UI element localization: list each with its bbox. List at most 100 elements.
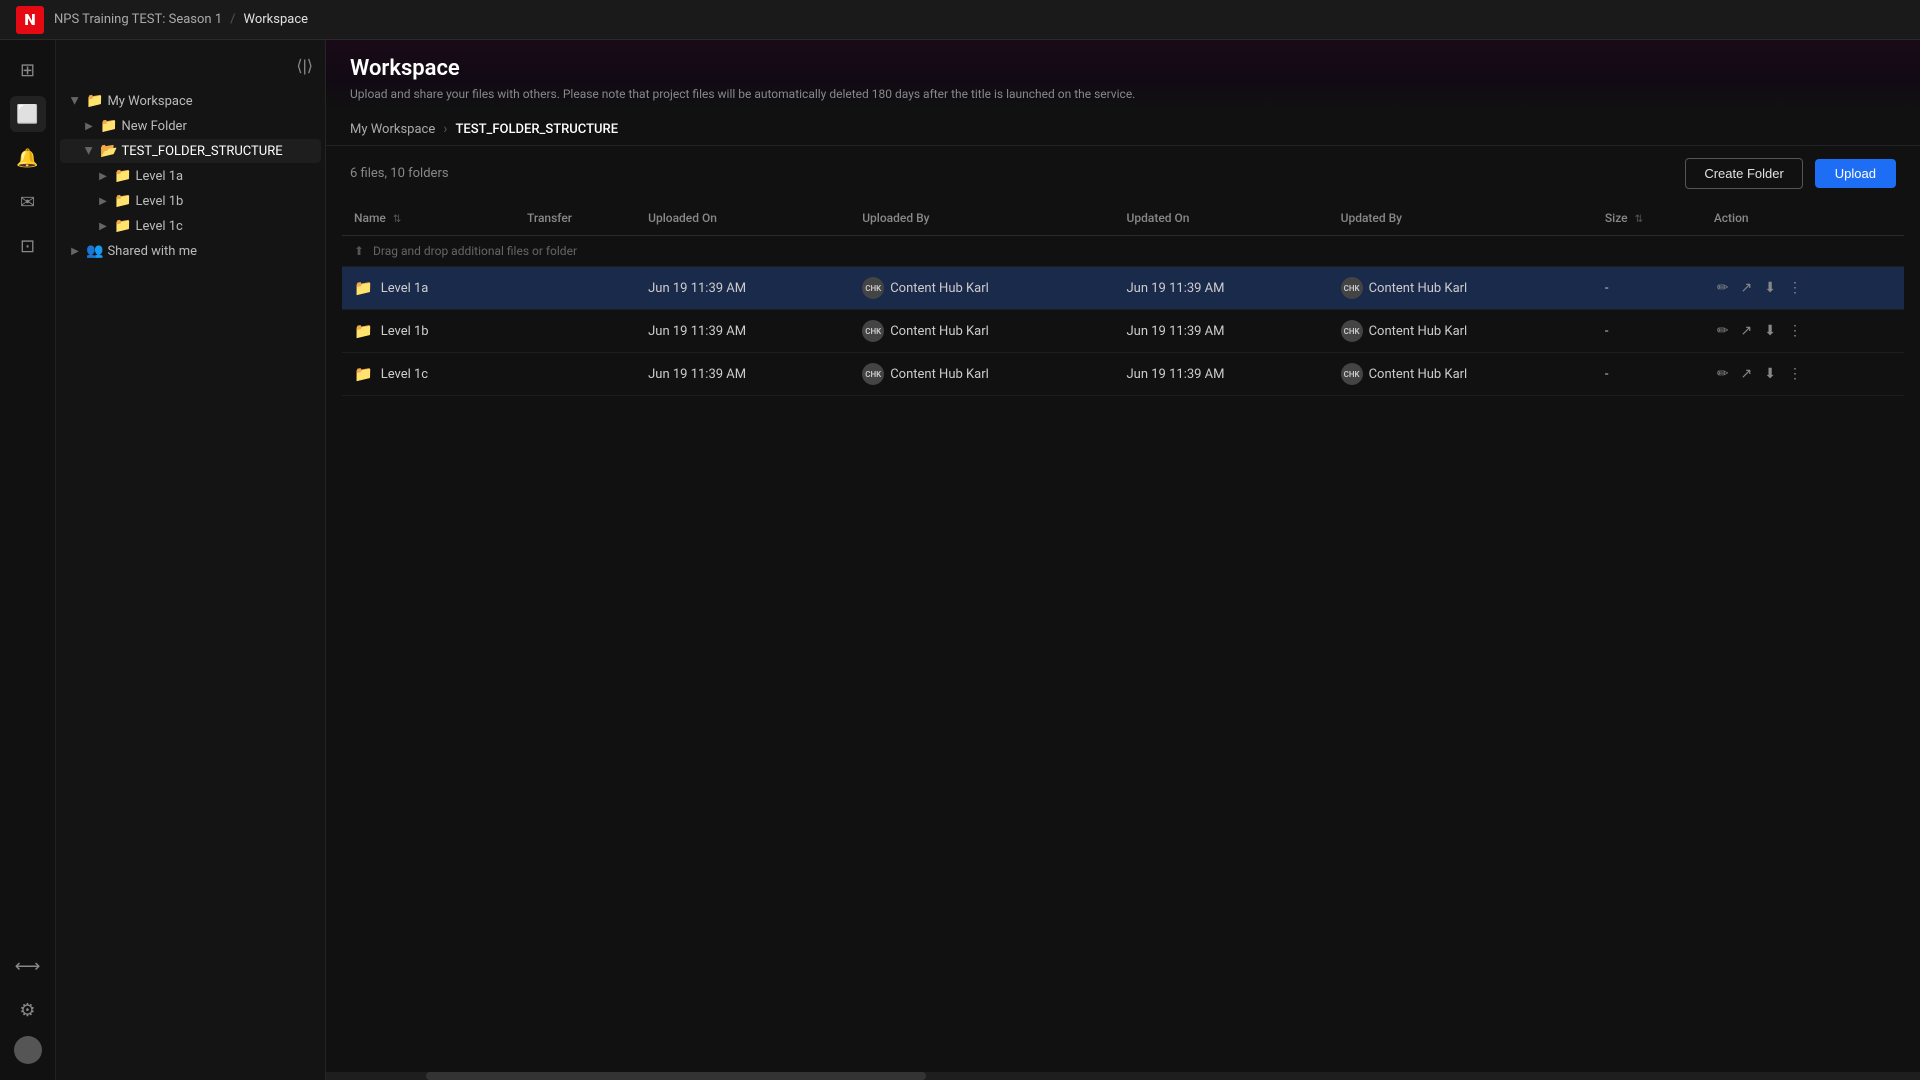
table-row[interactable]: 📁 Level 1a Jun 19 11:39 AM CHK Content H…: [342, 267, 1904, 310]
file-name-1a: Level 1a: [381, 281, 429, 296]
nav-notifications-icon[interactable]: 🔔: [10, 140, 46, 176]
cell-name-1b: 📁 Level 1b: [342, 310, 515, 353]
sidebar-label-new-folder: New Folder: [121, 119, 313, 134]
cell-uploaded-by-1c: CHK Content Hub Karl: [850, 353, 1114, 396]
cell-updated-by-1b: CHK Content Hub Karl: [1329, 310, 1593, 353]
upload-button[interactable]: Upload: [1815, 159, 1896, 188]
cell-transfer-1b: [515, 310, 636, 353]
cell-uploaded-by-1b: CHK Content Hub Karl: [850, 310, 1114, 353]
sidebar: ⟨|⟩ ▶ 📁 My Workspace ▶ 📁 New Folder ▶ 📂 …: [56, 40, 326, 1080]
cell-action-1a: ✏ ↗ ⬇ ⋮: [1702, 267, 1904, 310]
avatar-uploaded-by-1a: CHK: [862, 277, 884, 299]
edit-icon-1c[interactable]: ✏: [1714, 363, 1732, 385]
topbar-current: Workspace: [244, 12, 309, 27]
arrow-level1b: ▶: [96, 194, 110, 208]
table-row[interactable]: 📁 Level 1b Jun 19 11:39 AM CHK Content H…: [342, 310, 1904, 353]
nav-messages-icon[interactable]: ✉: [10, 184, 46, 220]
drag-drop-row[interactable]: ⬆ Drag and drop additional files or fold…: [342, 236, 1904, 267]
sidebar-collapse-btn: ⟨|⟩: [56, 52, 325, 88]
folder-level1c-icon: 📁: [114, 218, 131, 234]
breadcrumb-sep-icon: ›: [443, 121, 447, 137]
avatar-uploaded-by-1b: CHK: [862, 320, 884, 342]
file-count: 6 files, 10 folders: [350, 166, 449, 181]
share-icon-1b[interactable]: ↗: [1738, 320, 1756, 342]
cell-size-1a: -: [1593, 267, 1702, 310]
user-avatar[interactable]: [14, 1036, 42, 1064]
folder-row-icon-1b: 📁: [354, 322, 373, 340]
more-icon-1a[interactable]: ⋮: [1785, 277, 1805, 299]
sidebar-tree: ▶ 📁 My Workspace ▶ 📁 New Folder ▶ 📂 TEST…: [56, 88, 325, 264]
sidebar-label-my-workspace: My Workspace: [107, 94, 313, 109]
arrow-my-workspace: ▶: [68, 94, 82, 108]
topbar-sep: /: [230, 12, 235, 27]
sidebar-label-shared: Shared with me: [107, 244, 313, 259]
col-updated-on: Updated On: [1115, 201, 1329, 236]
sidebar-item-level1c[interactable]: ▶ 📁 Level 1c: [60, 214, 321, 238]
toolbar: 6 files, 10 folders Create Folder Upload: [326, 146, 1920, 201]
cell-updated-on-1a: Jun 19 11:39 AM: [1115, 267, 1329, 310]
create-folder-button[interactable]: Create Folder: [1685, 158, 1802, 189]
uploader-name-1c: Content Hub Karl: [890, 367, 989, 382]
nav-workspace-icon[interactable]: ⬜: [10, 96, 46, 132]
download-icon-1b[interactable]: ⬇: [1761, 320, 1779, 342]
cell-updated-by-1a: CHK Content Hub Karl: [1329, 267, 1593, 310]
download-icon-1c[interactable]: ⬇: [1761, 363, 1779, 385]
breadcrumb-current: TEST_FOLDER_STRUCTURE: [455, 122, 618, 137]
nav-home-icon[interactable]: ⊞: [10, 52, 46, 88]
share-icon-1a[interactable]: ↗: [1738, 277, 1756, 299]
cell-transfer-1a: [515, 267, 636, 310]
arrow-test-folder: ▶: [82, 144, 96, 158]
more-icon-1b[interactable]: ⋮: [1785, 320, 1805, 342]
cell-uploaded-on-1a: Jun 19 11:39 AM: [636, 267, 850, 310]
updater-name-1b: Content Hub Karl: [1369, 324, 1468, 339]
more-icon-1c[interactable]: ⋮: [1785, 363, 1805, 385]
col-updated-by: Updated By: [1329, 201, 1593, 236]
page-header: Workspace Upload and share your files wi…: [326, 40, 1920, 109]
edit-icon-1b[interactable]: ✏: [1714, 320, 1732, 342]
collapse-sidebar-button[interactable]: ⟨|⟩: [292, 52, 317, 80]
cell-action-1c: ✏ ↗ ⬇ ⋮: [1702, 353, 1904, 396]
sidebar-item-level1a[interactable]: ▶ 📁 Level 1a: [60, 164, 321, 188]
breadcrumb-nav: My Workspace › TEST_FOLDER_STRUCTURE: [326, 109, 1920, 146]
file-name-1c: Level 1c: [381, 367, 428, 382]
table-row[interactable]: 📁 Level 1c Jun 19 11:39 AM CHK Content H…: [342, 353, 1904, 396]
file-table: Name ⇅ Transfer Uploaded On Uploaded By …: [342, 201, 1904, 1072]
sidebar-item-new-folder[interactable]: ▶ 📁 New Folder: [60, 114, 321, 138]
sidebar-item-test-folder[interactable]: ▶ 📂 TEST_FOLDER_STRUCTURE: [60, 139, 321, 163]
uploader-name-1a: Content Hub Karl: [890, 281, 989, 296]
updater-name-1a: Content Hub Karl: [1369, 281, 1468, 296]
col-uploaded-on[interactable]: Uploaded On: [636, 201, 850, 236]
scrollbar-thumb[interactable]: [426, 1072, 926, 1080]
shared-icon: 👥: [86, 243, 103, 259]
nav-tools-icon[interactable]: ⊡: [10, 228, 46, 264]
col-size[interactable]: Size ⇅: [1593, 201, 1702, 236]
horizontal-scrollbar[interactable]: [326, 1072, 1920, 1080]
breadcrumb-parent[interactable]: My Workspace: [350, 122, 435, 137]
download-icon-1a[interactable]: ⬇: [1761, 277, 1779, 299]
arrow-new-folder: ▶: [82, 119, 96, 133]
topbar-parent[interactable]: NPS Training TEST: Season 1: [54, 12, 222, 27]
col-name[interactable]: Name ⇅: [342, 201, 515, 236]
folder-level1a-icon: 📁: [114, 168, 131, 184]
cell-transfer-1c: [515, 353, 636, 396]
sidebar-item-shared-with-me[interactable]: ▶ 👥 Shared with me: [60, 239, 321, 263]
cell-action-1b: ✏ ↗ ⬇ ⋮: [1702, 310, 1904, 353]
sidebar-item-level1b[interactable]: ▶ 📁 Level 1b: [60, 189, 321, 213]
col-action: Action: [1702, 201, 1904, 236]
settings-icon[interactable]: ⚙: [10, 992, 46, 1028]
avatar-uploaded-by-1c: CHK: [862, 363, 884, 385]
folder-my-workspace-icon: 📁: [86, 93, 103, 109]
cell-size-1b: -: [1593, 310, 1702, 353]
icon-rail: ⊞ ⬜ 🔔 ✉ ⊡ ⟷ ⚙: [0, 40, 56, 1080]
table-header-row: Name ⇅ Transfer Uploaded On Uploaded By …: [342, 201, 1904, 236]
file-name-1b: Level 1b: [381, 324, 429, 339]
sidebar-item-my-workspace[interactable]: ▶ 📁 My Workspace: [60, 89, 321, 113]
folder-row-icon-1c: 📁: [354, 365, 373, 383]
expand-collapse-rail-icon[interactable]: ⟷: [10, 948, 46, 984]
share-icon-1c[interactable]: ↗: [1738, 363, 1756, 385]
cell-uploaded-on-1c: Jun 19 11:39 AM: [636, 353, 850, 396]
edit-icon-1a[interactable]: ✏: [1714, 277, 1732, 299]
cell-name-1c: 📁 Level 1c: [342, 353, 515, 396]
avatar-updated-by-1a: CHK: [1341, 277, 1363, 299]
cell-updated-on-1b: Jun 19 11:39 AM: [1115, 310, 1329, 353]
